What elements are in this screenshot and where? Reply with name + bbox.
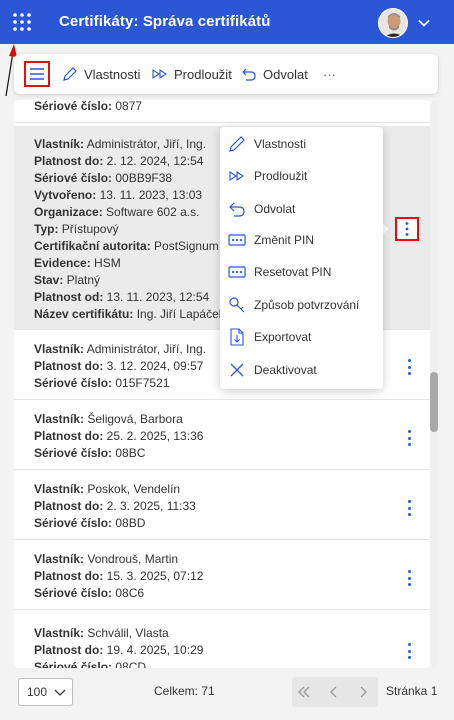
row-more-button[interactable] (406, 500, 412, 516)
field-row: Sériové číslo: 08CD (34, 660, 147, 668)
field-row: Stav: Platný (34, 273, 101, 287)
key-icon (228, 296, 246, 314)
properties-button[interactable]: Vlastnosti (62, 64, 140, 84)
field-row: Vlastník: Poskok, Vendelín (34, 482, 181, 496)
revoke-label: Odvolat (263, 66, 308, 82)
vertical-dots-icon (405, 222, 409, 236)
chevron-down-icon[interactable] (416, 15, 432, 31)
properties-label: Vlastnosti (84, 66, 141, 82)
row-more-button[interactable] (406, 570, 412, 586)
field-row: Typ: Přístupový (34, 222, 119, 236)
fast-forward-icon (152, 68, 167, 80)
menu-item-label: Způsob potvrzování (254, 298, 360, 312)
field-row: Sériové číslo: 08C6 (34, 586, 145, 600)
more-label: ··· (323, 66, 336, 82)
page-title: Certifikáty: Správa certifikátů (59, 13, 271, 30)
menu-item-confirmation-method[interactable]: Způsob potvrzování (228, 292, 359, 318)
field-row: Vlastník: Vondrouš, Martin (34, 552, 179, 566)
field-row: Vlastník: Administrátor, Jiří, Ing. (34, 342, 207, 356)
menu-item-export[interactable]: Exportovat (228, 324, 311, 350)
menu-item-properties[interactable]: Vlastnosti (228, 131, 306, 157)
chevron-down-icon (54, 689, 66, 696)
next-page-icon[interactable] (355, 684, 371, 700)
menu-item-change-pin[interactable]: Změnit PIN (228, 227, 314, 253)
avatar[interactable] (378, 8, 408, 38)
field-row: Vytvořeno: 13. 11. 2023, 13:03 (34, 188, 203, 202)
page-indicator: Stránka 1 (386, 684, 438, 698)
revoke-button[interactable]: Odvolat (241, 64, 308, 84)
list-item[interactable]: Vlastník: Poskok, Vendelín Platnost do: … (14, 471, 430, 540)
field-row: Sériové číslo: 08BC (34, 446, 146, 460)
menu-item-label: Odvolat (254, 202, 296, 216)
field-row: Vlastník: Administrátor, Jiří, Ing. (34, 137, 207, 151)
pencil-icon (63, 67, 77, 81)
pin-dots-icon (228, 231, 246, 249)
total-count: Celkem: 71 (154, 684, 215, 698)
pencil-icon (228, 135, 246, 153)
field-row: Organizace: Software 602 a.s. (34, 205, 200, 219)
list-item[interactable]: Vlastník: Vondrouš, Martin Platnost do: … (14, 541, 430, 610)
scrollbar-thumb[interactable] (430, 372, 438, 432)
field-row: Certifikační autorita: PostSignum I (34, 239, 226, 253)
apps-grid-icon[interactable] (12, 12, 32, 32)
list-item[interactable]: Vlastník: Šeligová, Barbora Platnost do:… (14, 401, 430, 470)
field-row: Platnost do: 19. 4. 2025, 10:29 (34, 643, 204, 657)
menu-item-deactivate[interactable]: Deaktivovat (228, 357, 317, 383)
field-row: Sériové číslo: 0877 (34, 100, 143, 113)
field-row: Platnost do: 2. 3. 2025, 11:33 (34, 499, 196, 513)
field-row: Vlastník: Schválil, Vlasta (34, 626, 169, 640)
row-more-button[interactable] (406, 359, 412, 375)
export-file-icon (228, 328, 246, 346)
app-header: Certifikáty: Správa certifikátů (0, 0, 454, 44)
context-menu: Vlastnosti Prodloužit Odvolat Změnit PIN… (220, 127, 383, 389)
more-button[interactable]: ··· (323, 64, 336, 84)
previous-page-icon[interactable] (326, 684, 342, 700)
menu-item-revoke[interactable]: Odvolat (228, 196, 295, 222)
selected-row-more-button[interactable] (395, 217, 419, 241)
menu-item-renew[interactable]: Prodloužit (228, 163, 307, 189)
renew-button[interactable]: Prodloužit (152, 64, 232, 84)
first-page-icon[interactable] (296, 684, 312, 700)
hamburger-icon (30, 68, 44, 80)
field-row: Platnost do: 25. 2. 2025, 13:36 (34, 429, 204, 443)
menu-item-label: Exportovat (254, 330, 312, 344)
row-more-button[interactable] (406, 430, 412, 446)
pin-dots-icon (228, 263, 246, 281)
field-row: Sériové číslo: 08BD (34, 516, 146, 530)
hamburger-menu-button[interactable] (24, 61, 50, 87)
menu-item-reset-pin[interactable]: Resetovat PIN (228, 259, 331, 285)
field-row: Platnost od: 13. 11. 2023, 12:54 (34, 290, 210, 304)
field-row: Platnost do: 3. 12. 2024, 09:57 (34, 359, 204, 373)
menu-item-label: Změnit PIN (254, 233, 315, 247)
field-row: Vlastník: Šeligová, Barbora (34, 412, 183, 426)
field-row: Sériové číslo: 015F7521 (34, 376, 170, 390)
menu-item-label: Resetovat PIN (254, 265, 332, 279)
list-item[interactable]: Sériové číslo: 0877 (14, 100, 430, 123)
menu-item-label: Deaktivovat (254, 363, 317, 377)
toolbar: Vlastnosti Prodloužit Odvolat ··· (14, 54, 438, 94)
field-row: Evidence: HSM (34, 256, 121, 270)
renew-label: Prodloužit (174, 66, 232, 82)
undo-icon (228, 200, 246, 218)
field-row: Sériové číslo: 00BB9F38 (34, 171, 173, 185)
close-icon (228, 361, 246, 379)
list-item[interactable]: Vlastník: Schválil, Vlasta Platnost do: … (14, 611, 430, 668)
fast-forward-icon (228, 167, 246, 185)
page-size-select[interactable]: 100 (18, 678, 73, 706)
field-row: Platnost do: 2. 12. 2024, 12:54 (34, 154, 204, 168)
undo-icon (242, 68, 256, 81)
menu-item-label: Prodloužit (254, 169, 308, 183)
field-row: Platnost do: 15. 3. 2025, 07:12 (34, 569, 204, 583)
field-row: Název certifikátu: Ing. Jiří Lapáček (34, 307, 225, 321)
menu-item-label: Vlastnosti (254, 137, 307, 151)
user-photo-icon (379, 9, 407, 37)
page-size-value: 100 (27, 685, 48, 699)
row-more-button[interactable] (406, 643, 412, 659)
